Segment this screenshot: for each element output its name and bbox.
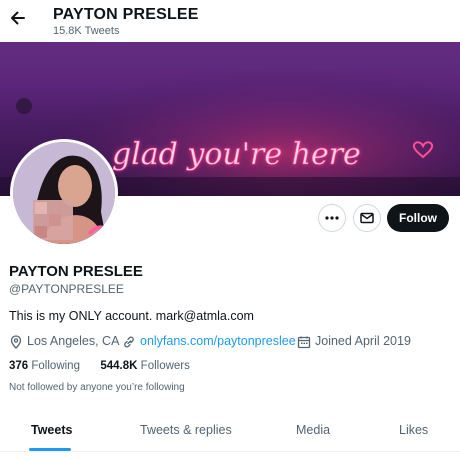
profile-tabs: Tweets Tweets & replies Media Likes bbox=[0, 410, 460, 451]
handle: @PAYTONPRESLEE bbox=[9, 282, 124, 296]
avatar[interactable] bbox=[10, 139, 118, 247]
tab-tweets[interactable]: Tweets bbox=[31, 423, 72, 437]
followers-link[interactable]: 544.8K Followers bbox=[100, 360, 190, 372]
top-bar: PAYTON PRESLEE 15.8K Tweets bbox=[0, 0, 460, 42]
followers-label: Followers bbox=[140, 360, 190, 372]
following-count: 376 bbox=[9, 360, 29, 372]
joined-text: Joined April 2019 bbox=[315, 334, 411, 348]
follow-button[interactable]: Follow bbox=[387, 204, 449, 232]
avatar-image bbox=[13, 142, 115, 244]
tab-media[interactable]: Media bbox=[296, 423, 330, 437]
calendar-icon bbox=[297, 336, 311, 349]
bio: This is my ONLY account. mark@atmla.com bbox=[9, 309, 254, 323]
neon-sign-text: glad you're here bbox=[112, 137, 361, 172]
follow-counts: 376 Following 544.8K Followers bbox=[9, 360, 190, 372]
location-text: Los Angeles, CA bbox=[27, 334, 120, 348]
not-followed-note: Not followed by anyone you’re following bbox=[9, 382, 185, 393]
location-pin-icon bbox=[10, 335, 22, 349]
following-link[interactable]: 376 Following bbox=[9, 360, 80, 372]
link-icon bbox=[124, 336, 134, 348]
message-button[interactable] bbox=[353, 204, 381, 232]
back-button[interactable] bbox=[8, 8, 28, 28]
website-link[interactable]: onlyfans.com/paytonpreslee bbox=[140, 334, 296, 348]
following-label: Following bbox=[31, 360, 80, 372]
tab-tweets-and-replies[interactable]: Tweets & replies bbox=[140, 423, 232, 437]
header-name: PAYTON PRESLEE bbox=[53, 6, 199, 23]
divider bbox=[0, 451, 460, 452]
header-tweet-count: 15.8K Tweets bbox=[53, 25, 120, 37]
followers-count: 544.8K bbox=[100, 360, 138, 372]
display-name: PAYTON PRESLEE bbox=[9, 263, 143, 280]
arrow-left-icon bbox=[11, 11, 25, 25]
ellipsis-icon bbox=[325, 216, 339, 220]
tab-likes[interactable]: Likes bbox=[399, 423, 428, 437]
envelope-icon bbox=[360, 212, 374, 224]
more-button[interactable] bbox=[318, 204, 346, 232]
